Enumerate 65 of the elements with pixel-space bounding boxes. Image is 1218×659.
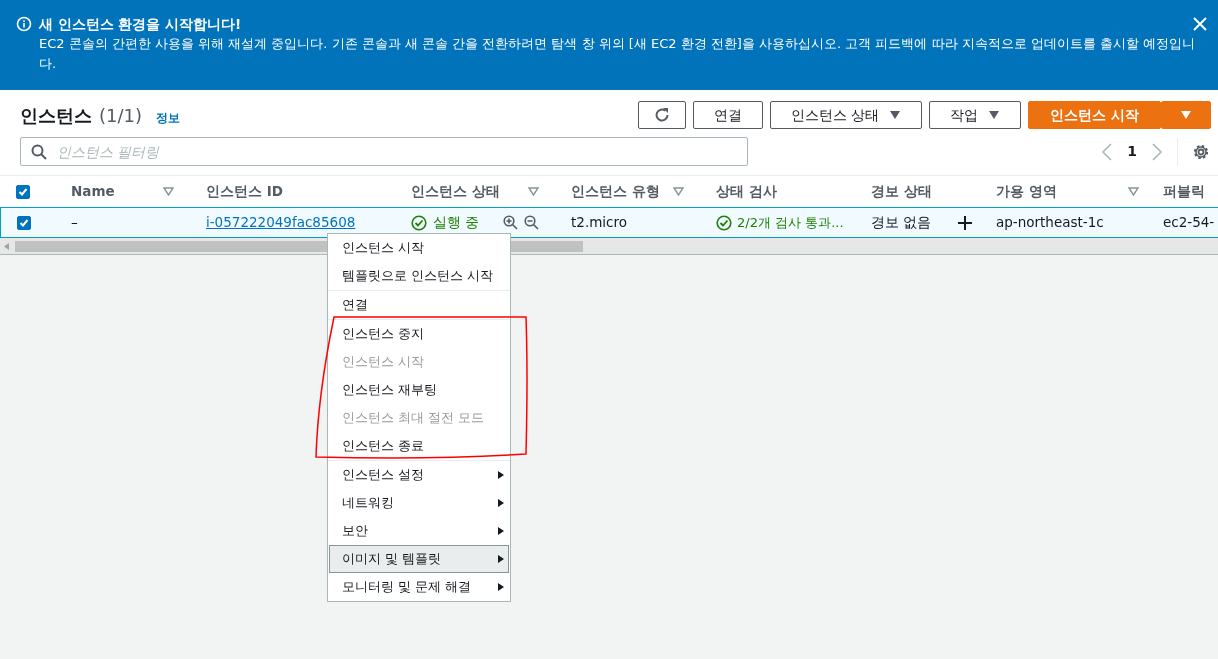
column-header[interactable]: Name	[55, 175, 190, 207]
submenu-arrow-icon	[498, 583, 504, 591]
caret-icon	[889, 110, 902, 120]
instance-count: (1/1)	[99, 103, 142, 128]
previous-page-icon[interactable]	[1101, 142, 1114, 161]
sort-icon[interactable]	[163, 187, 174, 196]
info-link[interactable]: 정보	[156, 108, 180, 127]
submenu-arrow-icon	[498, 499, 504, 507]
banner-message: EC2 콘솔의 간편한 사용을 위해 재설계 중입니다. 기존 콘솔과 새 콘솔 간을 전환하려면 탐색 창 위의 [새 EC2 환경 전환]을 사용하십시오. 고객 피드백에 따라 지속적으로 업데이트를 출시할 예정입니다.	[39, 35, 1197, 74]
search-icon	[31, 144, 47, 160]
menu-item[interactable]: 인스턴스 재부팅	[329, 376, 509, 404]
caret-icon	[1180, 110, 1192, 120]
column-header[interactable]: 경보 상태	[855, 175, 980, 207]
table-cell-text: ec2-54-	[1163, 213, 1215, 233]
menu-item[interactable]: 인스턴스 중지	[329, 320, 509, 348]
scroll-left-icon[interactable]	[4, 243, 9, 250]
zoom-out-icon[interactable]	[524, 215, 539, 230]
status-text: 실행 중	[433, 213, 480, 233]
status-check-text: 2/2개 검사 통과...	[737, 213, 844, 232]
table-cell-text: –	[71, 213, 78, 233]
column-header[interactable]: 인스턴스 상태	[395, 175, 555, 207]
menu-item[interactable]: 인스턴스 시작	[329, 234, 509, 262]
banner-title: 새 인스턴스 환경을 시작합니다!	[39, 15, 243, 34]
column-header[interactable]: 인스턴스 유형	[555, 175, 700, 207]
page-number[interactable]: 1	[1127, 141, 1137, 162]
menu-item[interactable]: 이미지 및 템플릿	[329, 545, 509, 573]
column-header[interactable]: 퍼블릭	[1155, 175, 1218, 207]
submenu-arrow-icon	[498, 527, 504, 535]
add-icon[interactable]	[958, 215, 972, 230]
menu-item[interactable]: 네트워킹	[329, 489, 509, 517]
sort-icon[interactable]	[1128, 187, 1139, 196]
check-circle-icon	[411, 214, 427, 231]
table-cell-text: 경보 없음	[871, 213, 932, 233]
checkbox[interactable]	[17, 215, 31, 230]
column-header[interactable]: 가용 영역	[980, 175, 1155, 207]
table-cell-text: ap-northeast-1c	[996, 213, 1104, 233]
next-page-icon[interactable]	[1151, 142, 1163, 161]
page-title: 인스턴스	[20, 103, 92, 128]
filter-field[interactable]: 인스턴스 필터링	[20, 137, 748, 166]
checkbox[interactable]	[16, 184, 30, 199]
refresh-icon	[653, 106, 671, 124]
submenu-arrow-icon	[498, 555, 504, 563]
connect-button[interactable]: 연결	[693, 101, 763, 129]
menu-item[interactable]: 보안	[329, 517, 509, 545]
settings-icon[interactable]	[1192, 142, 1210, 161]
info-icon	[16, 16, 32, 32]
zoom-in-icon[interactable]	[503, 215, 518, 230]
column-header[interactable]: 상태 검사	[700, 175, 855, 207]
table-cell-text: t2.micro	[571, 213, 627, 233]
dropdown-button[interactable]: 인스턴스 상태	[770, 101, 923, 129]
dropdown-button[interactable]: 작업	[929, 101, 1022, 129]
menu-item[interactable]: 템플릿으로 인스턴스 시작	[329, 262, 509, 290]
menu-item[interactable]: 모니터링 및 문제 해결	[329, 573, 509, 601]
menu-item[interactable]: 인스턴스 설정	[329, 461, 509, 489]
refresh-button[interactable]	[638, 101, 686, 129]
menu-item[interactable]: 인스턴스 종료	[329, 432, 509, 460]
menu-item[interactable]: 연결	[329, 291, 509, 319]
sort-icon[interactable]	[673, 187, 684, 196]
split-dropdown-button[interactable]	[1161, 101, 1211, 129]
check-circle-icon	[716, 214, 732, 231]
close-button[interactable]	[1192, 16, 1208, 32]
column-header[interactable]: 인스턴스 ID	[190, 175, 395, 207]
sort-icon[interactable]	[528, 187, 539, 196]
caret-icon	[988, 110, 1001, 120]
submenu-arrow-icon	[498, 471, 504, 479]
